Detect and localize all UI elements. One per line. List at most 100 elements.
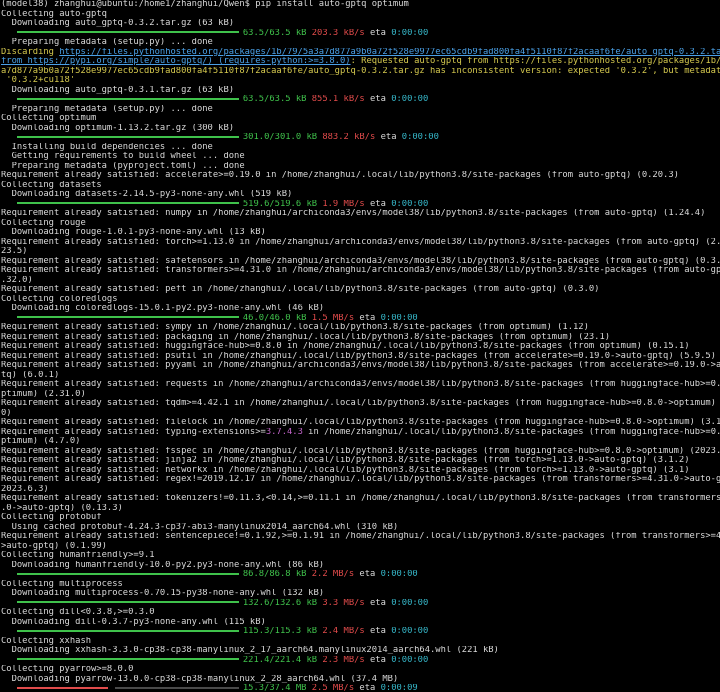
- output-line: Collecting pyarrow>=8.0.0: [1, 665, 134, 674]
- eta-value: 0:00:09: [380, 684, 418, 692]
- progress-bar-fill: [16, 97, 239, 100]
- output-line: .32.0): [1, 275, 33, 285]
- progress-bar: [16, 135, 239, 138]
- download-speed: 2.5 MB/s: [311, 684, 355, 692]
- progress-bar: [16, 202, 239, 204]
- download-speed: 1.9 MB/s: [322, 199, 365, 209]
- discard-label: Discarding: [1, 47, 60, 57]
- progress-line: 221.4/221.4 kB 2.3 MB/s eta 0:00:00: [1, 656, 720, 666]
- output-line: Requirement already satisfied: peft in /…: [1, 285, 600, 294]
- download-speed: 3.3 MB/s: [322, 598, 365, 608]
- warning-line: '0.3.2+cu118': [1, 76, 76, 85]
- output-line: 23.5): [1, 247, 28, 256]
- output-line: Requirement already satisfied: torch>=1.…: [1, 237, 720, 247]
- output-line: Collecting multiprocess: [1, 579, 123, 589]
- output-line: Requirement already satisfied: accelerat…: [1, 171, 679, 180]
- output-line: Collecting humanfriendly>=9.1: [1, 551, 155, 560]
- progress-bar-fill: [16, 658, 239, 660]
- progress-bar: [16, 686, 239, 689]
- progress-bar: [16, 31, 239, 33]
- progress-line: 86.8/86.8 kB 2.2 MB/s eta 0:00:00: [1, 570, 720, 580]
- output-line: Downloading humanfriendly-10.0-py2.py3-n…: [1, 560, 325, 570]
- output-line: Requirement already satisfied: packaging…: [1, 332, 611, 342]
- output-line: Requirement already satisfied: safetenso…: [1, 256, 720, 266]
- download-size: 132.6/132.6 kB: [242, 598, 318, 608]
- output-line: Collecting xxhash: [1, 636, 92, 646]
- progress-bar-fill: [16, 629, 239, 632]
- output-line: ptimum) (2.31.0): [1, 389, 86, 399]
- output-line: Collecting optimum: [1, 114, 97, 123]
- progress-line: 519.6/519.6 kB 1.9 MB/s eta 0:00:00: [1, 200, 720, 210]
- download-speed: 2.4 MB/s: [322, 627, 365, 636]
- output-line: Preparing metadata (setup.py) ... done: [1, 104, 213, 114]
- output-line: Requirement already satisfied: jinja2 in…: [1, 456, 690, 465]
- output-line: Requirement already satisfied: tokenizer…: [1, 494, 720, 503]
- package-link[interactable]: https://files.pythonhosted.org/packages/…: [59, 48, 720, 57]
- output-line: 2023.6.3): [1, 484, 49, 494]
- eta-label: eta: [364, 199, 392, 209]
- output-line: Collecting dill<0.3.8,>=0.3.0: [1, 608, 155, 617]
- output-line: ptimum) (4.7.0): [1, 437, 81, 446]
- progress-bar-fill: [16, 686, 108, 689]
- eta-value: 0:00:00: [391, 627, 429, 636]
- download-size: 301.0/301.0 kB: [242, 133, 318, 142]
- download-speed: 1.5 MB/s: [311, 313, 355, 323]
- eta-label: eta: [364, 627, 392, 636]
- download-size: 115.3/115.3 kB: [242, 627, 318, 636]
- progress-line: 63.5/63.5 kB 855.1 kB/s eta 0:00:00: [1, 95, 720, 105]
- output-line: Downloading xxhash-3.3.0-cp38-cp38-manyl…: [1, 646, 499, 655]
- eta-value: 0:00:00: [391, 28, 429, 38]
- output-line: Requirement already satisfied: pyyaml in…: [1, 361, 720, 370]
- output-line: Downloading multiprocess-0.70.15-py38-no…: [1, 589, 325, 598]
- download-size: 63.5/63.5 kB: [242, 28, 307, 38]
- output-line: Downloading auto_gptq-0.3.2.tar.gz (63 k…: [1, 19, 235, 28]
- output-line: Requirement already satisfied: networkx …: [1, 465, 690, 475]
- output-line: Requirement already satisfied: numpy in …: [1, 209, 706, 218]
- download-size: 221.4/221.4 kB: [242, 655, 318, 665]
- download-speed: 883.2 kB/s: [322, 133, 376, 142]
- progress-bar-remaining: [114, 686, 239, 689]
- eta-label: eta: [354, 684, 381, 692]
- output-line: Downloading auto_gptq-0.3.1.tar.gz (63 k…: [1, 85, 235, 95]
- output-line: Collecting auto-gptq: [1, 9, 107, 19]
- eta-value: 0:00:00: [391, 199, 429, 209]
- progress-bar: [16, 601, 239, 603]
- eta-label: eta: [364, 28, 392, 38]
- eta-label: eta: [364, 95, 392, 104]
- warning-line: a7d877a9b0a72f528e9977ec65cdb9fad800fa4f…: [1, 66, 720, 76]
- download-size: 86.8/86.8 kB: [242, 570, 307, 579]
- output-line: Downloading coloredlogs-15.0.1-py2.py3-n…: [1, 304, 325, 313]
- progress-bar: [16, 658, 239, 660]
- eta-value: 0:00:00: [391, 95, 429, 104]
- eta-value: 0:00:00: [391, 598, 429, 608]
- discard-warning-line: from https://pypi.org/simple/auto-gptq/)…: [1, 57, 720, 67]
- version-highlight: 3.7.4.3: [265, 427, 303, 437]
- output-line: Requirement already satisfied: transform…: [1, 266, 720, 275]
- warning-text: : Requested auto-gptq from https://files…: [350, 57, 720, 66]
- progress-bar: [16, 316, 239, 318]
- progress-line: 46.0/46.0 kB 1.5 MB/s eta 0:00:00: [1, 314, 720, 324]
- output-line: Requirement already satisfied: requests …: [1, 380, 720, 389]
- output-text: in /home/zhanghui/.local/lib/python3.8/s…: [302, 427, 720, 437]
- discard-warning-line: Discarding https://files.pythonhosted.or…: [1, 48, 720, 58]
- progress-bar-fill: [16, 572, 239, 575]
- terminal-window[interactable]: (model38) zhanghui@ubuntu:/home1/zhanghu…: [0, 0, 720, 692]
- progress-line: 115.3/115.3 kB 2.4 MB/s eta 0:00:00: [1, 627, 720, 637]
- terminal-output: Collecting auto-gptq Downloading auto_gp…: [1, 10, 720, 692]
- progress-bar: [16, 572, 239, 575]
- output-line: Requirement already satisfied: regex!=20…: [1, 475, 720, 484]
- output-line: >auto-gptq) (0.1.99): [1, 541, 107, 551]
- progress-line: 63.5/63.5 kB 203.3 kB/s eta 0:00:00: [1, 29, 720, 39]
- download-size: 63.5/63.5 kB: [242, 95, 307, 104]
- output-line: Requirement already satisfied: tqdm>=4.4…: [1, 399, 720, 408]
- package-index-link[interactable]: from https://pypi.org/simple/auto-gptq/)…: [1, 57, 351, 66]
- progress-bar-fill: [16, 202, 239, 204]
- output-line: .0->auto-gptq) (0.13.3): [1, 503, 123, 513]
- output-line: Collecting coloredlogs: [1, 294, 118, 304]
- output-line: Installing build dependencies ... done: [1, 142, 213, 152]
- output-text: Requirement already satisfied: typing-ex…: [1, 427, 266, 437]
- eta-label: eta: [354, 570, 381, 579]
- eta-value: 0:00:00: [391, 655, 429, 665]
- output-line: Requirement already satisfied: huggingfa…: [1, 342, 690, 351]
- progress-bar: [16, 97, 239, 100]
